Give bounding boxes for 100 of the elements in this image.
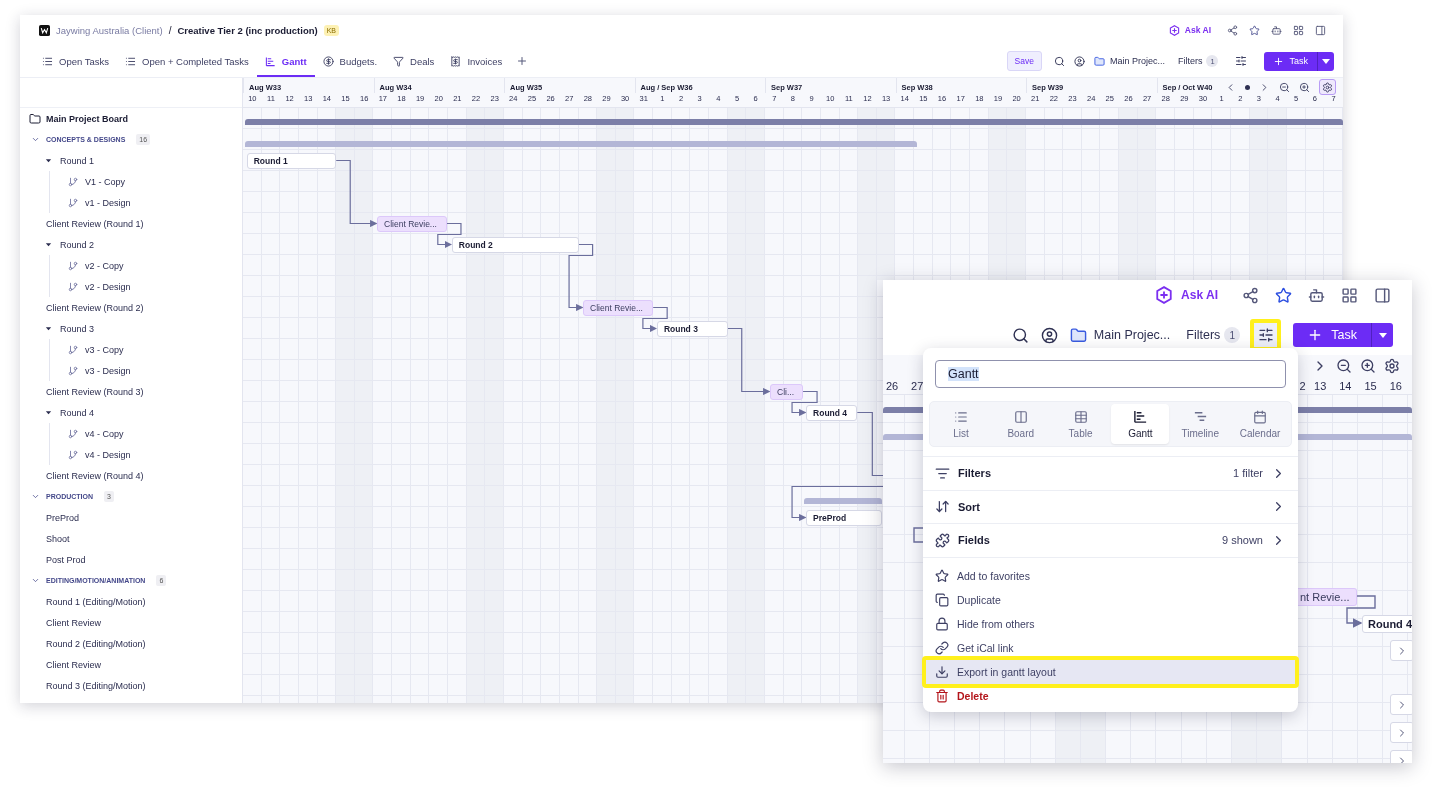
task-bar[interactable]: Round 1	[246, 152, 337, 169]
task-bar[interactable]: Client Revie...	[583, 299, 654, 316]
task-label[interactable]: Round 2 (Editing/Motion)	[46, 638, 146, 649]
task-label[interactable]: Post Prod	[46, 554, 86, 565]
task-label[interactable]: Client Review (Round 1)	[46, 218, 144, 229]
caret-icon[interactable]	[45, 325, 52, 332]
task-label[interactable]: Shoot	[46, 533, 70, 544]
menu-row[interactable]: Fields 9 shown	[923, 524, 1298, 558]
task-label[interactable]: v2 - Copy	[85, 260, 124, 271]
task-label[interactable]: v1 - Design	[85, 197, 131, 208]
add-task-button[interactable]: Task	[1264, 51, 1317, 71]
breadcrumb-link[interactable]: Jaywing Australia (Client)	[56, 24, 163, 36]
add-task-button[interactable]: Task	[1293, 323, 1371, 347]
apps-icon[interactable]	[1341, 286, 1358, 304]
task-bar[interactable]: nt Revie...	[1298, 588, 1357, 606]
subtask-icon	[68, 344, 78, 355]
chevron-icon[interactable]	[31, 135, 40, 144]
zoom-out-icon[interactable]	[1336, 358, 1352, 374]
task-label[interactable]: Round 4	[60, 407, 95, 418]
task-bar[interactable]: PreProd	[806, 509, 882, 526]
tab[interactable]: Open Tasks	[34, 45, 117, 77]
panel-icon[interactable]	[1315, 24, 1326, 36]
search-icon[interactable]	[1011, 326, 1029, 344]
tab[interactable]: Invoices	[442, 45, 511, 77]
task-label[interactable]: Round 3	[60, 323, 95, 334]
menu-item[interactable]: Add to favorites	[929, 563, 1292, 588]
logo-icon[interactable]	[39, 24, 50, 36]
task-label[interactable]: v4 - Design	[85, 449, 131, 460]
dependency-arrow	[727, 327, 771, 396]
settings-icon[interactable]	[1384, 358, 1400, 374]
caret-icon[interactable]	[45, 409, 52, 416]
task-menu-button[interactable]	[1317, 51, 1334, 71]
view-option[interactable]: Calendar	[1231, 404, 1289, 444]
task-label[interactable]: v3 - Design	[85, 365, 131, 376]
task-label[interactable]: Round 3 (Editing/Motion)	[46, 680, 146, 691]
user-icon[interactable]	[1040, 326, 1058, 344]
robot-icon[interactable]	[1271, 24, 1282, 36]
breadcrumb-link[interactable]: Creative Tier 2 (inc production)	[177, 24, 318, 36]
task-label[interactable]: Client Review (Round 2)	[46, 302, 144, 313]
menu-row[interactable]: Sort	[923, 490, 1298, 524]
robot-icon[interactable]	[1308, 286, 1325, 304]
caret-icon[interactable]	[45, 241, 52, 248]
task-bar[interactable]: Cli...	[770, 383, 804, 400]
task-bar[interactable]: Round 2	[451, 236, 579, 253]
zoom-out-icon[interactable]	[1279, 81, 1290, 93]
task-label[interactable]: Client Review	[46, 659, 102, 670]
menu-item[interactable]: Export in gantt layout	[922, 655, 1299, 688]
task-bar[interactable]: Client Revie...	[377, 215, 447, 232]
task-label[interactable]: Round 2	[60, 239, 95, 250]
task-label[interactable]: v4 - Copy	[85, 428, 124, 439]
task-label[interactable]: Round 1	[60, 155, 95, 166]
apps-icon[interactable]	[1293, 24, 1304, 36]
user-icon[interactable]	[1073, 55, 1085, 67]
task-menu-button[interactable]	[1371, 323, 1393, 347]
board-selector[interactable]: Main Projec...	[1069, 326, 1171, 344]
caret-icon[interactable]	[45, 157, 52, 164]
table-icon	[1073, 409, 1088, 424]
chevron-icon[interactable]	[31, 492, 40, 501]
view-settings-button[interactable]	[1250, 319, 1282, 351]
task-label[interactable]: PreProd	[46, 512, 80, 523]
ask-ai-button[interactable]: Ask AI	[1168, 24, 1211, 36]
view-option[interactable]: List	[932, 404, 990, 444]
view-option[interactable]: Gantt	[1111, 404, 1170, 444]
view-option[interactable]: Board	[991, 404, 1050, 444]
calendar-icon	[1253, 409, 1268, 424]
zoom-in-icon[interactable]	[1360, 358, 1376, 374]
view-option[interactable]: Table	[1051, 404, 1110, 444]
task-label[interactable]: v2 - Design	[85, 281, 131, 292]
star-icon[interactable]	[1275, 286, 1292, 304]
board-selector[interactable]: Main Projec...	[1093, 55, 1165, 67]
task-label[interactable]: Client Review (Round 3)	[46, 386, 144, 397]
board-title[interactable]: Main Project Board	[46, 113, 128, 124]
task-bar[interactable]: Round 4	[806, 404, 858, 421]
settings-button[interactable]	[1319, 79, 1336, 95]
star-icon[interactable]	[1249, 24, 1260, 36]
today-dot-icon[interactable]	[1245, 84, 1250, 90]
menu-item[interactable]: Duplicate	[929, 587, 1292, 612]
task-bar[interactable]: Round 4	[1362, 615, 1412, 633]
tab[interactable]: Deals	[385, 45, 443, 77]
menu-item[interactable]: Hide from others	[929, 611, 1292, 636]
panel-icon[interactable]	[1374, 286, 1391, 304]
chevron-icon[interactable]	[31, 576, 40, 585]
menu-row[interactable]: Filters 1 filter	[923, 457, 1298, 491]
task-label[interactable]: Round 1 (Editing/Motion)	[46, 596, 146, 607]
filters-button[interactable]: Filters 1	[1182, 327, 1241, 343]
task-label[interactable]: V1 - Copy	[85, 176, 126, 187]
save-button[interactable]: Save	[1006, 51, 1042, 71]
share-icon[interactable]	[1227, 24, 1238, 36]
view-option[interactable]: Timeline	[1171, 404, 1230, 444]
ask-ai-button[interactable]: Ask AI	[1155, 286, 1218, 304]
tab[interactable]: Open + Completed Tasks	[117, 45, 257, 77]
tab[interactable]: Budgets.	[314, 45, 386, 77]
task-bar[interactable]: Round 3	[656, 320, 728, 337]
view-name-field[interactable]: Gantt	[935, 360, 1286, 388]
zoom-in-icon[interactable]	[1299, 81, 1310, 93]
search-icon[interactable]	[1053, 55, 1065, 67]
share-icon[interactable]	[1242, 286, 1259, 304]
task-label[interactable]: Client Review	[46, 617, 102, 628]
task-label[interactable]: v3 - Copy	[85, 344, 124, 355]
task-label[interactable]: Client Review (Round 4)	[46, 470, 144, 481]
